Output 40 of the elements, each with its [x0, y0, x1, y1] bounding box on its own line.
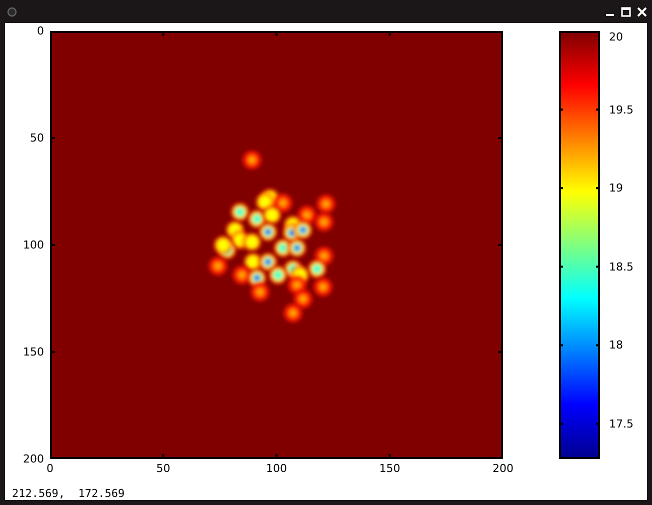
hotspot — [231, 203, 249, 221]
x-tick-label: 50 — [156, 463, 170, 474]
hotspot — [259, 253, 277, 271]
hotspot — [288, 239, 306, 257]
x-tick-label: 100 — [266, 463, 287, 474]
hotspot — [284, 304, 302, 322]
hotspot — [251, 283, 269, 301]
hotspot — [243, 151, 261, 169]
hotspot — [269, 266, 287, 284]
colorbar-tick-label: 19.5 — [609, 104, 634, 116]
x-tick-label: 200 — [492, 463, 514, 474]
hotspot — [263, 206, 281, 224]
y-tick-label: 200 — [23, 454, 44, 464]
hotspot — [259, 223, 277, 241]
hotspot — [317, 195, 335, 213]
hotspot — [243, 233, 261, 251]
hotspot — [233, 266, 251, 284]
colorbar-tick-label: 19 — [609, 182, 623, 194]
hotspot — [308, 260, 326, 278]
hotspot — [315, 213, 333, 231]
close-icon[interactable] — [637, 6, 647, 16]
hotspot — [274, 194, 292, 212]
y-tick-label: 50 — [30, 132, 44, 144]
colorbar-tick-label: 18.5 — [609, 261, 634, 272]
colorbar-tick-label: 18 — [609, 340, 623, 351]
hotspot — [294, 290, 312, 308]
x-tick-label: 150 — [379, 463, 400, 474]
x-tick-label: 0 — [46, 463, 54, 474]
hotspot — [209, 257, 227, 275]
colorbar-tick-label: 20 — [609, 32, 623, 42]
cursor-coordinates: 212.569, 172.569 — [12, 487, 125, 500]
hotspot — [314, 278, 332, 296]
y-tick-label: 0 — [37, 26, 44, 36]
hotspot — [294, 221, 312, 239]
y-tick-label: 150 — [23, 346, 44, 358]
y-tick-label: 100 — [23, 240, 44, 250]
colorbar-tick-label: 17.5 — [609, 418, 634, 430]
maximize-icon[interactable] — [621, 6, 631, 16]
hotspot — [214, 236, 232, 254]
window-menu-icon[interactable] — [7, 6, 17, 16]
